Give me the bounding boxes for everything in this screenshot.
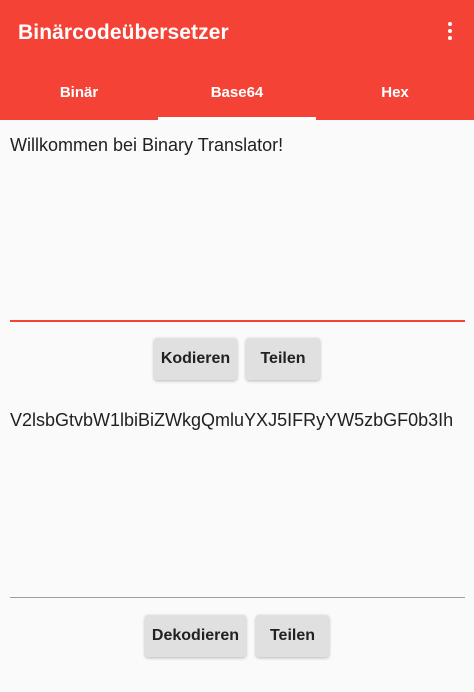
tab-bar: Binär Base64 Hex xyxy=(0,64,474,120)
tab-base64-label: Base64 xyxy=(210,83,264,101)
decode-button[interactable]: Dekodieren xyxy=(145,615,246,657)
app-title: Binärcodeübersetzer xyxy=(18,21,229,44)
tab-binary[interactable]: Binär xyxy=(0,64,158,120)
app-screen: Binärcodeübersetzer Binär Base64 Hex Wil… xyxy=(0,0,474,692)
decode-button-label: Dekodieren xyxy=(151,627,240,644)
app-bar: Binärcodeübersetzer Binär Base64 Hex xyxy=(0,0,474,120)
base64-input-underline xyxy=(10,597,465,598)
tab-binary-label: Binär xyxy=(59,83,99,101)
base64-input-field[interactable]: V2lsbGtvbW1lbiBiZWkgQmluYXJ5IFRyYW5zbGF0… xyxy=(10,408,470,432)
share-encoded-button-label: Teilen xyxy=(260,350,306,367)
text-input-field[interactable]: Willkommen bei Binary Translator! xyxy=(10,133,464,157)
tab-base64[interactable]: Base64 xyxy=(158,64,316,120)
tab-hex-label: Hex xyxy=(381,83,409,101)
share-decoded-button[interactable]: Teilen xyxy=(256,615,329,657)
more-vert-icon[interactable] xyxy=(440,20,460,46)
tab-hex[interactable]: Hex xyxy=(316,64,474,120)
text-input-underline xyxy=(10,320,465,322)
share-decoded-button-label: Teilen xyxy=(269,627,316,644)
share-encoded-button[interactable]: Teilen xyxy=(246,338,320,380)
encode-button-label: Kodieren xyxy=(160,350,231,367)
encode-button[interactable]: Kodieren xyxy=(154,338,237,380)
tab-selected-indicator xyxy=(158,117,316,120)
